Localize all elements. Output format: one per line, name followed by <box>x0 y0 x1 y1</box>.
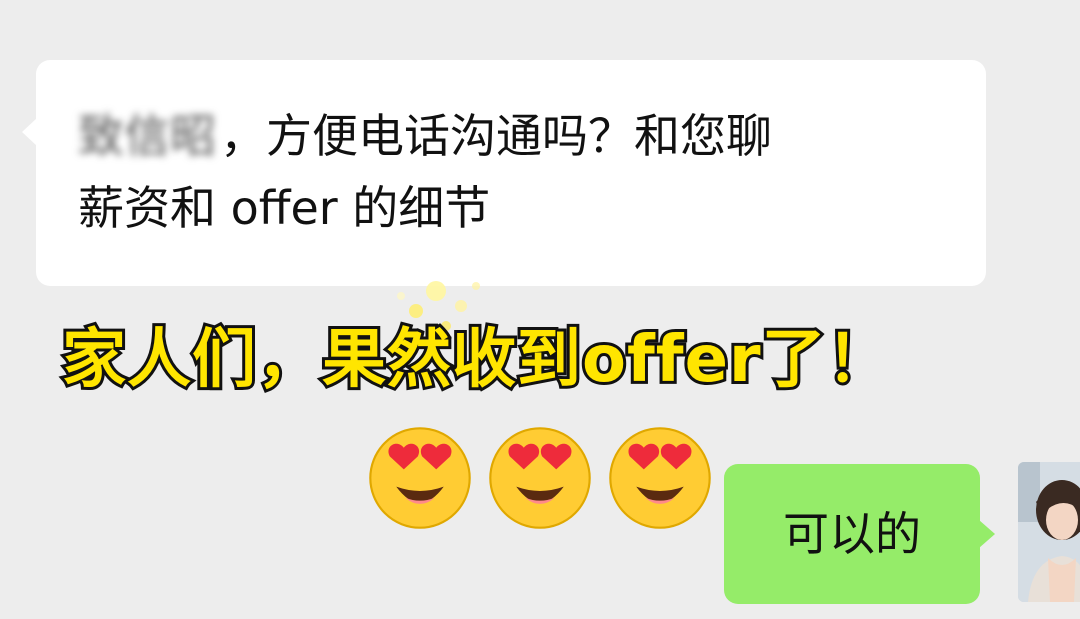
avatar[interactable] <box>1018 462 1080 602</box>
blurred-sender-name: 致信昭 <box>78 109 216 163</box>
incoming-message-bubble[interactable]: 致信昭，方便电话沟通吗？和您聊 薪资和 offer 的细节 <box>22 60 986 331</box>
outgoing-message-text: 可以的 <box>783 507 921 561</box>
incoming-message-line2: 薪资和 offer 的细节 <box>78 181 491 235</box>
user-avatar-icon <box>1018 462 1080 602</box>
caption-overlay: 家人们，果然收到offer了！ <box>59 320 894 400</box>
heart-eyes-emoji-icon <box>369 427 471 529</box>
incoming-message-line1: ，方便电话沟通吗？和您聊 <box>220 109 772 163</box>
heart-eyes-emoji-icon <box>609 427 711 529</box>
outgoing-message-bubble[interactable]: 可以的 <box>724 464 995 604</box>
emoji-row <box>366 424 716 534</box>
heart-eyes-emoji-icon <box>489 427 591 529</box>
incoming-message-text: 致信昭，方便电话沟通吗？和您聊 薪资和 offer 的细节 <box>78 100 958 244</box>
